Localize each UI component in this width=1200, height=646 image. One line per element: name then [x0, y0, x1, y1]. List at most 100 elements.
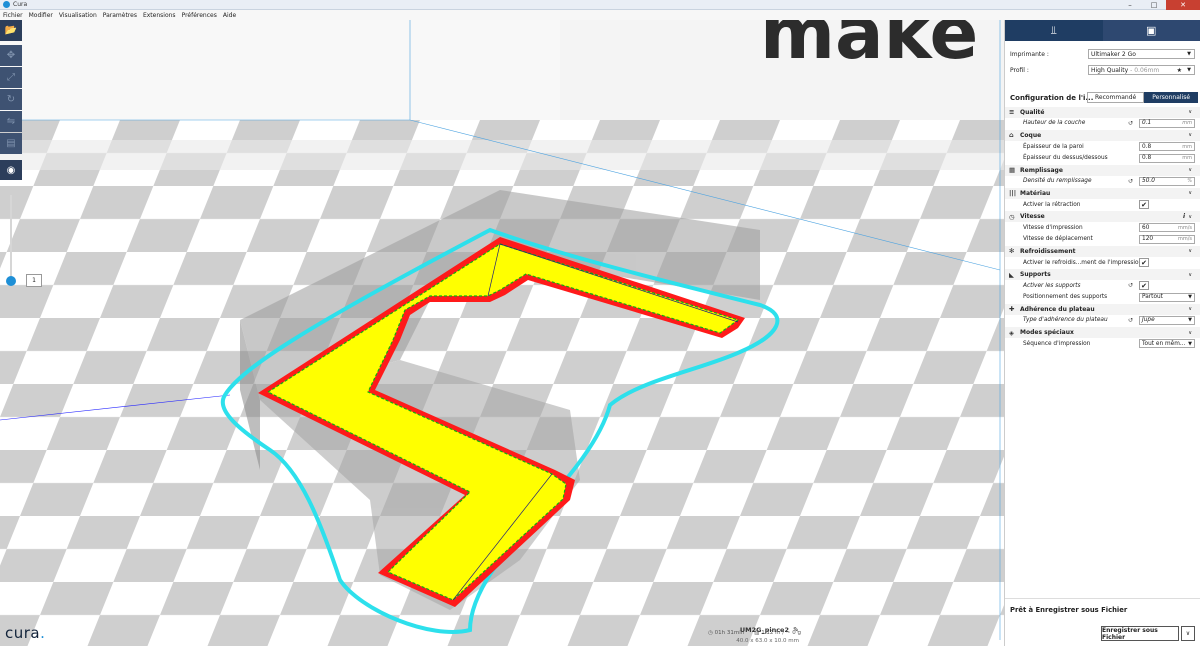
category-adhesion[interactable]: ✚ Adhérence du plateau ∨ [1005, 303, 1200, 315]
menu-settings[interactable]: Paramètres [103, 12, 137, 19]
menu-preferences[interactable]: Préférences [182, 12, 217, 19]
setting-label: Vitesse d'impression [1023, 224, 1083, 231]
special-icon: ◈ [1009, 328, 1014, 337]
chevron-down-icon: ▼ [1188, 340, 1192, 347]
mode-recommended-button[interactable]: Recommandé [1087, 92, 1145, 103]
setting-row: Activer le refroidis...ment de l'impress… [1005, 257, 1200, 269]
setting-value-input[interactable]: 50.0% [1139, 176, 1195, 186]
sidebar-tabs: ⫫ ▣ [1005, 20, 1200, 41]
print-setup-tab[interactable]: ⫫ [1005, 20, 1103, 41]
menu-help[interactable]: Aide [223, 12, 236, 19]
menu-view[interactable]: Visualisation [59, 12, 97, 19]
setting-label: Activer la rétraction [1023, 201, 1081, 208]
job-dimensions: 40.0 x 63.0 x 10.0 mm [736, 638, 799, 644]
category-label: Modes spéciaux [1020, 329, 1074, 337]
minimize-button[interactable]: – [1118, 0, 1142, 10]
category-label: Coque [1020, 131, 1042, 139]
save-to-file-button[interactable]: Enregistrer sous Fichier [1101, 626, 1179, 641]
chevron-down-icon: ∨ [1188, 190, 1192, 197]
mirror-icon[interactable]: ⇋ [0, 111, 22, 132]
setting-checkbox[interactable]: ✔ [1139, 200, 1149, 210]
setting-checkbox[interactable]: ✔ [1139, 281, 1149, 291]
per-model-settings-icon[interactable]: ▤ [0, 133, 22, 154]
chevron-down-icon: ∨ [1185, 630, 1191, 637]
setting-select[interactable]: Jupe ▼ [1139, 315, 1195, 325]
output-device-dropdown[interactable]: ∨ [1181, 626, 1195, 641]
setting-value-input[interactable]: 120 mm/s [1139, 234, 1195, 244]
setting-value-input[interactable]: 0.8 mm [1139, 142, 1195, 152]
settings-sidebar: ⫫ ▣ Imprimante : Ultimaker 2 Go ▼ Profil… [1004, 20, 1200, 646]
reset-icon[interactable]: ↺ [1128, 282, 1133, 289]
setting-value-input[interactable]: 0.8 mm [1139, 153, 1195, 163]
printer-select[interactable]: Ultimaker 2 Go ▼ [1088, 49, 1195, 59]
setting-row: Séquence d'impression Tout en mêm... ▼ [1005, 338, 1200, 350]
chevron-down-icon: ▼ [1188, 294, 1192, 301]
window-title: Cura [13, 1, 28, 8]
back-plate-logo: make [760, 20, 978, 75]
chevron-down-icon: ∨ [1188, 213, 1192, 220]
category-label: Qualité [1020, 108, 1045, 116]
setting-value-input[interactable]: 0.1 mm [1139, 118, 1195, 128]
window-controls: – □ ✕ [1118, 0, 1200, 10]
setting-label: Densité du remplissage [1023, 178, 1092, 185]
setting-select[interactable]: Partout ▼ [1139, 292, 1195, 302]
reset-icon[interactable]: ↺ [1128, 120, 1133, 127]
setting-unit: mm [1182, 120, 1192, 127]
setting-unit: mm [1182, 155, 1192, 162]
setting-value-input[interactable]: 60 mm/s [1139, 223, 1195, 233]
config-header: Configuration de l'i... Recommandé Perso… [1005, 91, 1200, 105]
menu-file[interactable]: Fichier [3, 12, 23, 19]
support-icon: ◣ [1009, 270, 1014, 279]
menu-bar: Fichier Modifier Visualisation Paramètre… [0, 10, 1200, 20]
eye-icon[interactable]: ◉ [0, 160, 22, 180]
setting-row: Épaisseur de la paroi 0.8 mm [1005, 141, 1200, 153]
chevron-down-icon: ∨ [1188, 329, 1192, 336]
star-icon[interactable]: ★ [1177, 67, 1182, 74]
profile-select[interactable]: High Quality - 0.06mm ★ ▼ [1088, 65, 1195, 75]
close-button[interactable]: ✕ [1166, 0, 1200, 10]
3d-viewport[interactable]: make UM2G_pince2 ✎ 40.0 x 63.0 x 10.0 mm … [0, 20, 1004, 646]
setting-checkbox[interactable]: ✔ [1139, 258, 1149, 268]
print-setup-icon: ⫫ [1050, 23, 1057, 37]
filament-icon: ▥ [754, 630, 760, 636]
settings-list: ≡ Qualité ∨ Hauteur de la couche ↺ 0.1 mm ⌂ Coqu… [1005, 106, 1200, 349]
layer-slider-handle[interactable] [6, 276, 16, 286]
layer-slider[interactable] [4, 195, 18, 290]
category-material[interactable]: ||| Matériau ∨ [1005, 187, 1200, 199]
rotate-icon[interactable]: ↻ [0, 89, 22, 110]
info-icon[interactable]: i [1183, 213, 1185, 220]
setting-label: Séquence d'impression [1023, 340, 1091, 347]
setting-row: Activer la rétraction ✔ [1005, 199, 1200, 211]
reset-icon[interactable]: ↺ [1128, 178, 1133, 185]
folder-open-icon[interactable]: 📂 [0, 20, 22, 41]
scale-icon[interactable]: ⤢ [0, 67, 22, 88]
cura-app-icon [3, 1, 10, 8]
category-cooling[interactable]: ✻ Refroidissement ∨ [1005, 245, 1200, 257]
printer-label: Imprimante : [1010, 50, 1049, 58]
category-quality[interactable]: ≡ Qualité ∨ [1005, 106, 1200, 118]
setting-unit: mm [1182, 143, 1192, 150]
category-special[interactable]: ◈ Modes spéciaux ∨ [1005, 326, 1200, 338]
category-shell[interactable]: ⌂ Coque ∨ [1005, 129, 1200, 141]
menu-edit[interactable]: Modifier [29, 12, 53, 19]
chevron-down-icon: ∨ [1188, 109, 1192, 116]
setting-label: Hauteur de la couche [1023, 120, 1086, 127]
layer-slider-track [10, 195, 12, 280]
menu-extensions[interactable]: Extensions [143, 12, 176, 19]
category-infill[interactable]: ▦ Remplissage ∨ [1005, 163, 1200, 176]
reset-icon[interactable]: ↺ [1128, 317, 1133, 324]
setting-select[interactable]: Tout en mêm... ▼ [1139, 339, 1195, 349]
category-support[interactable]: ◣ Supports ∨ [1005, 268, 1200, 280]
maximize-button[interactable]: □ [1142, 0, 1166, 10]
build-plate-scene: make [0, 20, 1004, 646]
layer-number-input[interactable]: 1 [26, 274, 42, 287]
category-speed[interactable]: ◷ Vitesse i ∨ [1005, 210, 1200, 222]
mode-custom-button[interactable]: Personnalisé [1144, 92, 1199, 103]
ready-status: Prêt à Enregistrer sous Fichier [1010, 606, 1128, 614]
print-time: 01h 31min [714, 630, 745, 636]
move-icon[interactable]: ✥ [0, 45, 22, 66]
setting-label: Type d'adhérence du plateau [1023, 317, 1108, 324]
cura-logo: cura. [5, 624, 46, 642]
category-label: Matériau [1020, 189, 1051, 197]
monitor-tab[interactable]: ▣ [1102, 20, 1200, 41]
